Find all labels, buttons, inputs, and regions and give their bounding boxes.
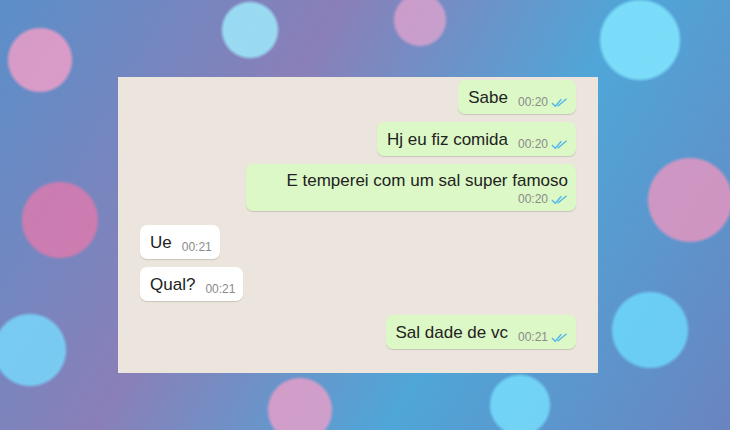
message-row: Ue 00:21 (140, 225, 576, 259)
message-text: Sabe (468, 87, 508, 109)
message-bubble: Sabe 00:20 (458, 80, 576, 114)
message-row: Sal dade de vc 00:21 (140, 315, 576, 349)
message-meta: 00:21 (205, 282, 235, 296)
message-text: E temperei com um sal super famoso (286, 170, 568, 192)
double-check-icon (551, 332, 568, 343)
message-time: 00:20 (518, 95, 548, 109)
double-check-icon (551, 139, 568, 150)
message-row: Hj eu fiz comida 00:20 (140, 122, 576, 156)
double-check-icon (551, 97, 568, 108)
message-row: Qual? 00:21 (140, 267, 576, 301)
message-time: 00:20 (518, 137, 548, 151)
message-time: 00:20 (518, 192, 548, 206)
message-row: E temperei com um sal super famoso 00:20 (140, 164, 576, 211)
message-meta: 00:21 (182, 240, 212, 254)
message-text: Sal dade de vc (396, 322, 508, 344)
message-bubble: Qual? 00:21 (140, 267, 243, 301)
message-row: Sabe 00:20 (140, 80, 576, 114)
double-check-icon (551, 194, 568, 205)
bokeh-background: Sabe 00:20 Hj eu fiz comida 00:20 E temp… (0, 0, 730, 430)
message-meta: 00:20 (518, 192, 568, 206)
message-meta: 00:20 (518, 95, 568, 109)
message-text: Ue (150, 232, 172, 254)
message-text: Hj eu fiz comida (387, 129, 508, 151)
message-text: Qual? (150, 274, 195, 296)
message-bubble: Sal dade de vc 00:21 (386, 315, 577, 349)
message-time: 00:21 (182, 240, 212, 254)
message-meta: 00:20 (518, 137, 568, 151)
message-bubble: E temperei com um sal super famoso 00:20 (246, 164, 576, 211)
message-meta: 00:21 (518, 330, 568, 344)
message-time: 00:21 (518, 330, 548, 344)
message-time: 00:21 (205, 282, 235, 296)
message-bubble: Hj eu fiz comida 00:20 (377, 122, 576, 156)
message-bubble: Ue 00:21 (140, 225, 220, 259)
chat-screenshot: Sabe 00:20 Hj eu fiz comida 00:20 E temp… (118, 77, 598, 373)
